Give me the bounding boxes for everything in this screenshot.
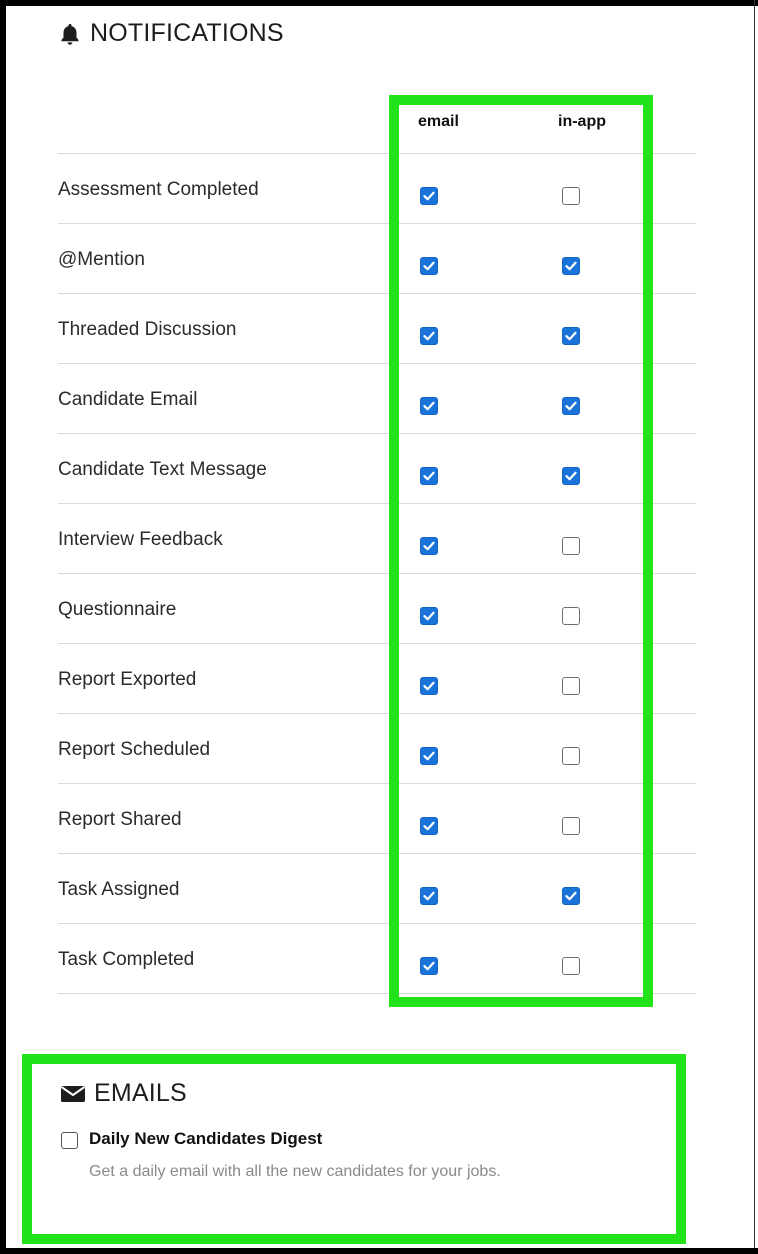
frame-bottom: [0, 1248, 758, 1254]
notification-row-label: Candidate Email: [58, 389, 198, 410]
notification-row-label: Report Shared: [58, 809, 182, 830]
notification-row-label: Assessment Completed: [58, 179, 259, 200]
frame-left: [0, 0, 6, 1254]
notification-row-label: Threaded Discussion: [58, 319, 237, 340]
frame-right: [754, 0, 755, 1254]
notification-row-label: Report Scheduled: [58, 739, 211, 760]
notification-row-label: Task Completed: [58, 949, 195, 970]
frame-top: [0, 0, 758, 6]
notification-row-label: Task Assigned: [58, 879, 180, 900]
notification-row-label: Candidate Text Message: [58, 459, 267, 480]
notifications-title: NOTIFICATIONS: [90, 19, 284, 47]
notification-row-label: @Mention: [58, 249, 145, 270]
notification-row-label: Interview Feedback: [58, 529, 223, 550]
notification-row-label: Questionnaire: [58, 599, 177, 620]
highlight-box-emails: [22, 1054, 686, 1244]
highlight-box-columns: [389, 95, 653, 1007]
bell-icon: [61, 23, 79, 45]
notification-row-label: Report Exported: [58, 669, 197, 690]
notifications-heading: NOTIFICATIONS: [58, 19, 284, 48]
